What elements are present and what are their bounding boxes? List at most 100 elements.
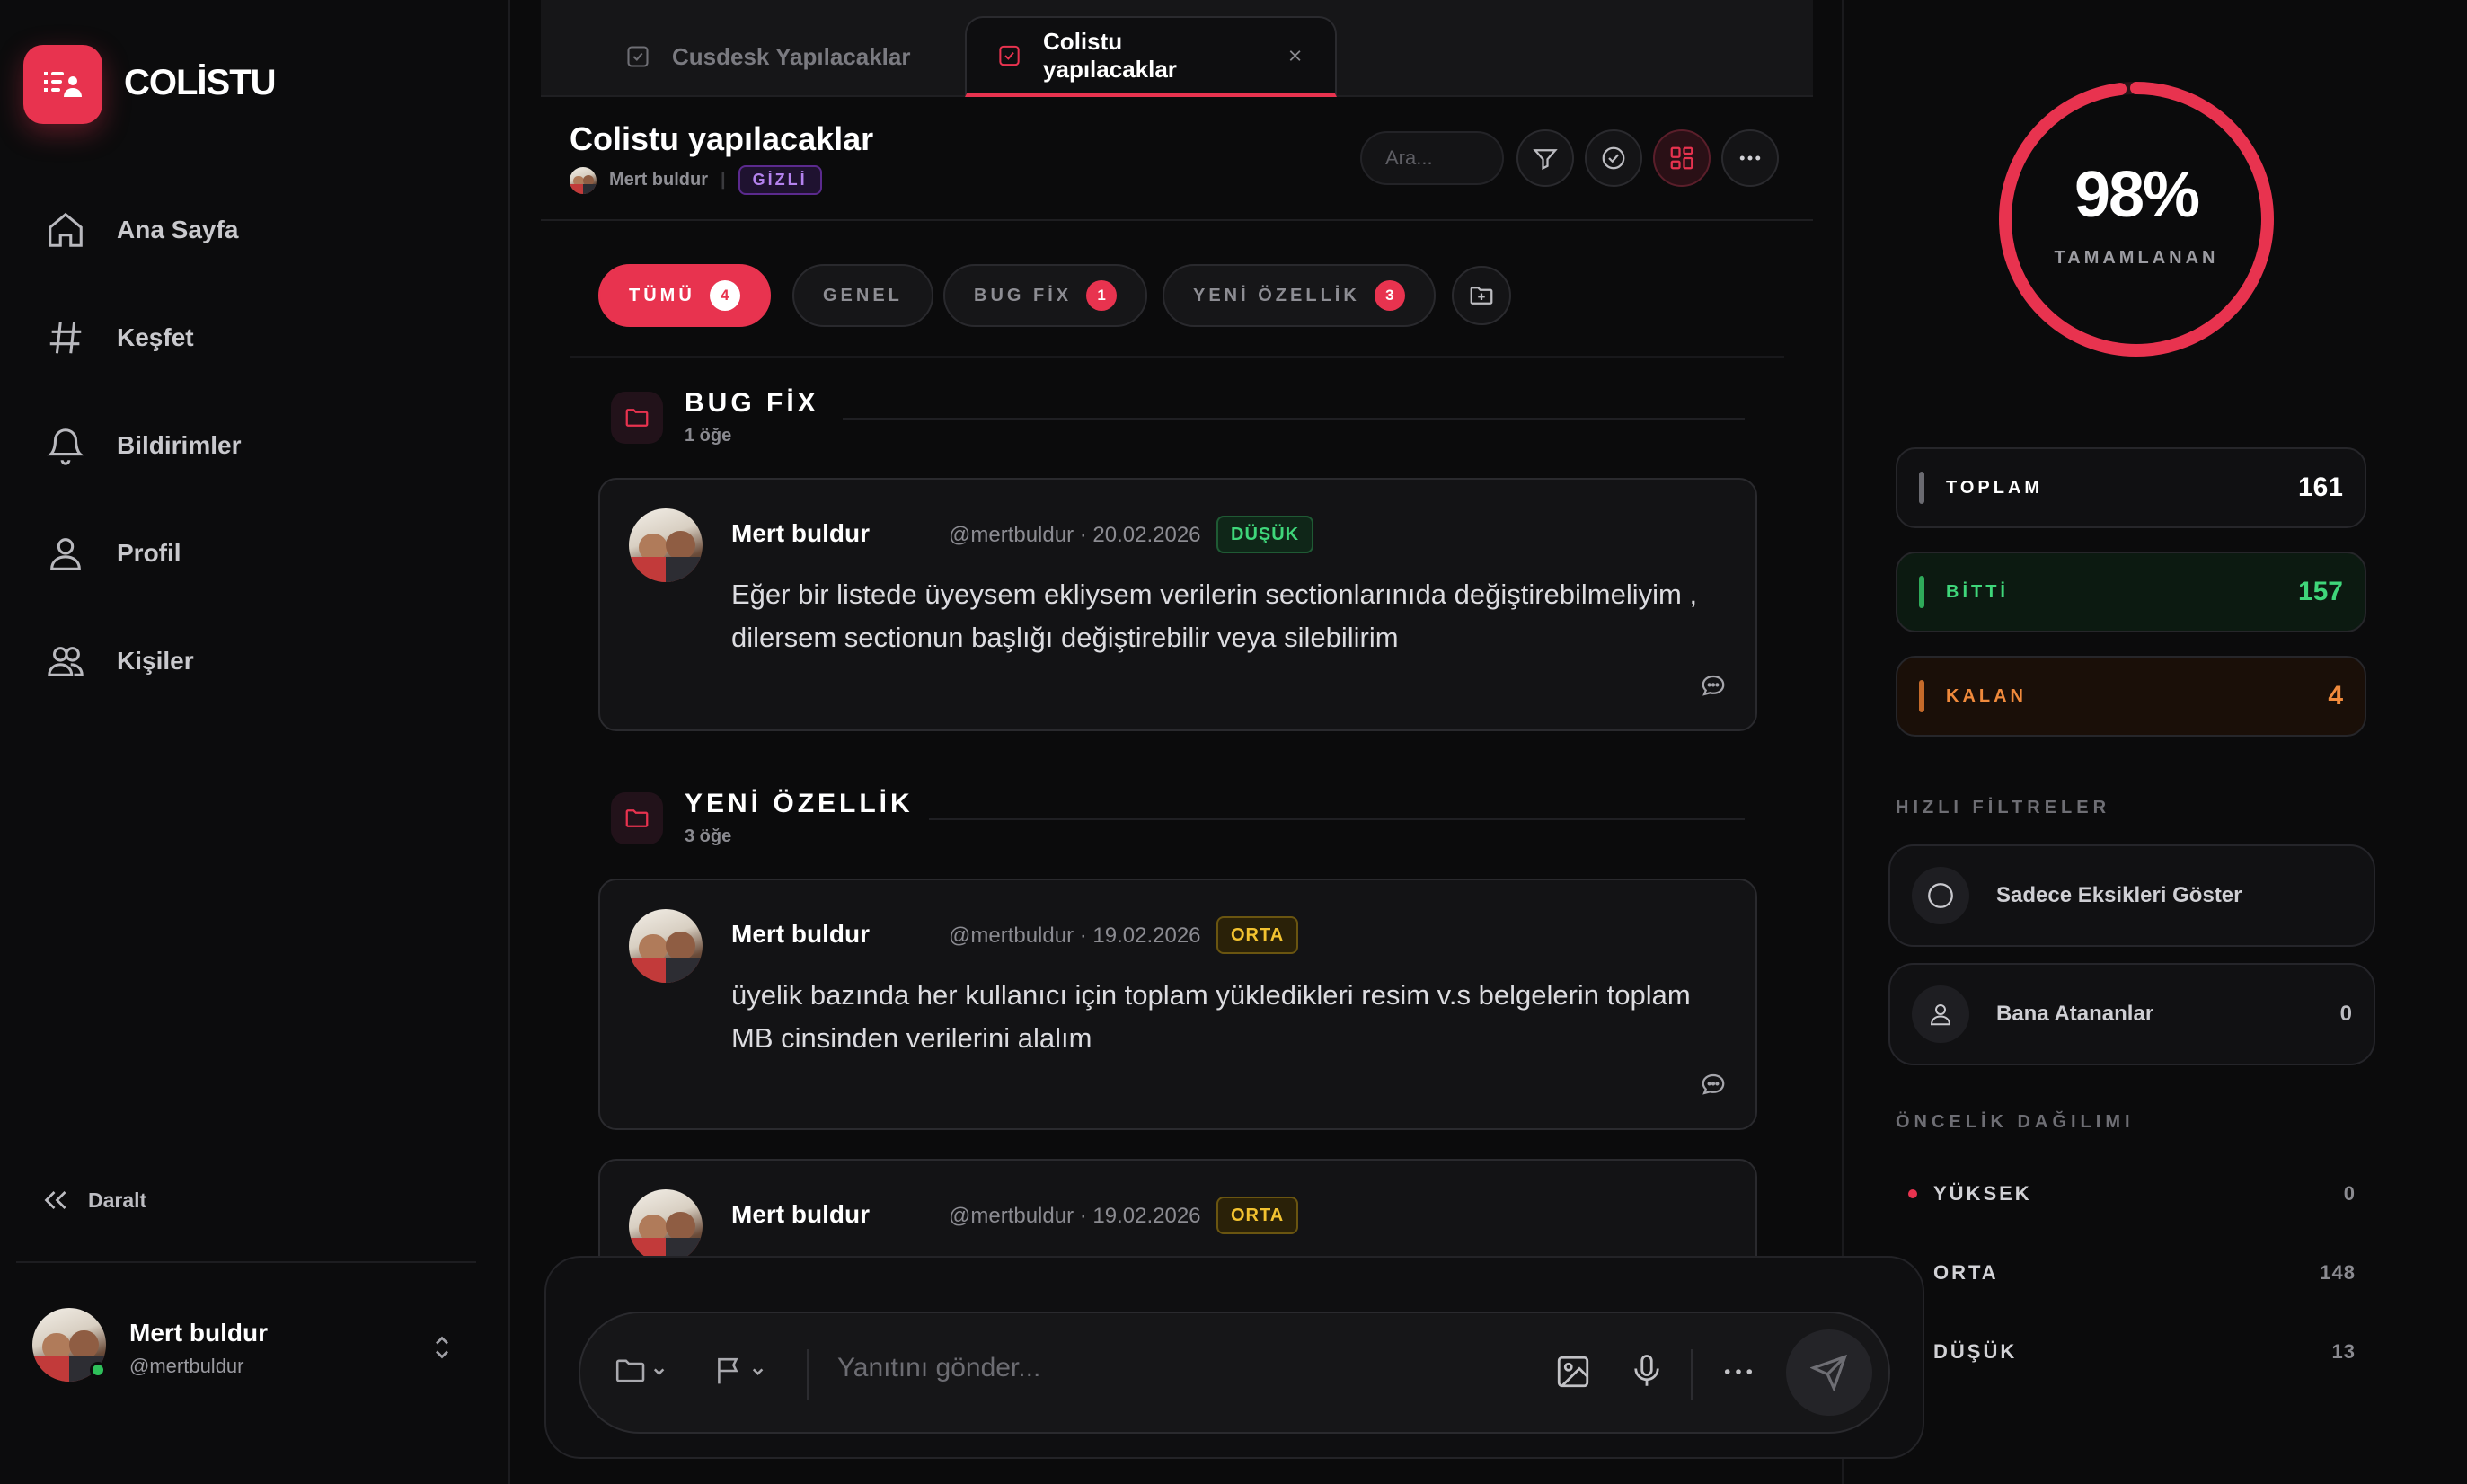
divider bbox=[929, 818, 1745, 820]
comment-icon[interactable] bbox=[1700, 1071, 1727, 1098]
divider bbox=[16, 1261, 476, 1263]
bell-icon bbox=[47, 428, 84, 465]
stat-value: 157 bbox=[2297, 577, 2343, 606]
main-content: Cusdesk Yapılacaklar Colistu yapılacakla… bbox=[541, 0, 1924, 1484]
more-horizontal-icon bbox=[1739, 155, 1761, 161]
online-status-dot bbox=[90, 1362, 106, 1378]
add-section-button[interactable] bbox=[1452, 266, 1511, 325]
folder-icon bbox=[611, 392, 663, 444]
sidebar-item-discover[interactable]: Keşfet bbox=[45, 311, 194, 365]
tab-label: Colistu yapılacaklar bbox=[1043, 28, 1177, 83]
author-meta: @mertbuldur · 19.02.2026 bbox=[949, 1204, 1201, 1228]
send-icon bbox=[1810, 1354, 1848, 1391]
stats-panel: 98% TAMAMLANAN TOPLAM 161 BİTTİ 157 KALA… bbox=[1842, 0, 2467, 1484]
divider bbox=[541, 219, 1813, 221]
author-name: Mert buldur bbox=[731, 920, 870, 948]
author-meta: @mertbuldur · 19.02.2026 bbox=[949, 923, 1201, 948]
sidebar-item-profile[interactable]: Profil bbox=[45, 526, 181, 580]
sidebar: COLİSTU Ana Sayfa Keşfet Bildirimler Pro… bbox=[0, 0, 510, 1484]
more-horizontal-icon bbox=[1724, 1369, 1753, 1374]
reply-input[interactable]: Yanıtını gönder... bbox=[837, 1353, 1040, 1383]
tab-cusdesk[interactable]: Cusdesk Yapılacaklar bbox=[595, 16, 941, 97]
app-logo-icon[interactable] bbox=[23, 45, 102, 124]
stat-label: KALAN bbox=[1946, 685, 2027, 706]
user-menu[interactable]: Mert buldur @mertbuldur bbox=[32, 1308, 464, 1389]
chevrons-up-down-icon[interactable] bbox=[429, 1331, 455, 1364]
sidebar-item-label: Kişiler bbox=[117, 647, 194, 675]
owner-name: Mert buldur bbox=[609, 170, 708, 190]
voice-record-button[interactable] bbox=[1628, 1353, 1666, 1391]
sidebar-item-contacts[interactable]: Kişiler bbox=[45, 634, 194, 688]
completed-toggle-button[interactable] bbox=[1585, 129, 1642, 187]
filter-show-incomplete[interactable]: Sadece Eksikleri Göster bbox=[1888, 844, 2375, 947]
progress-percent: 98% bbox=[2074, 159, 2200, 231]
collapse-label: Daralt bbox=[88, 1188, 147, 1212]
more-button[interactable] bbox=[1721, 129, 1779, 187]
priority-badge: ORTA bbox=[1216, 916, 1299, 954]
user-handle: @mertbuldur bbox=[129, 1355, 244, 1377]
filter-chip-all[interactable]: TÜMÜ 4 bbox=[598, 264, 771, 327]
grid-icon bbox=[1670, 146, 1693, 170]
sidebar-item-notifications[interactable]: Bildirimler bbox=[45, 419, 241, 473]
close-icon[interactable] bbox=[1286, 46, 1304, 66]
chevrons-left-icon bbox=[44, 1191, 66, 1209]
priority-value: 148 bbox=[2320, 1261, 2356, 1284]
filter-label: Bana Atananlar bbox=[1996, 1002, 2154, 1026]
send-button[interactable] bbox=[1786, 1329, 1872, 1416]
filter-chip-general[interactable]: GENEL bbox=[792, 264, 933, 327]
filter-assigned-to-me[interactable]: Bana Atananlar 0 bbox=[1888, 963, 2375, 1065]
stat-bar bbox=[1919, 472, 1924, 504]
hash-icon bbox=[49, 322, 82, 354]
circle-icon bbox=[1912, 867, 1969, 924]
collapse-button[interactable]: Daralt bbox=[40, 1184, 146, 1216]
comment-icon[interactable] bbox=[1700, 672, 1727, 699]
priority-value: 13 bbox=[2331, 1340, 2356, 1363]
search-input[interactable]: Ara... bbox=[1360, 131, 1504, 185]
progress-label: TAMAMLANAN bbox=[2054, 248, 2219, 268]
chip-count-badge: 4 bbox=[709, 280, 740, 311]
home-icon bbox=[49, 212, 83, 247]
todo-card[interactable]: Mert buldur @mertbuldur · 19.02.2026 ORT… bbox=[598, 879, 1757, 1130]
priority-dot bbox=[1908, 1189, 1917, 1198]
app-name: COLİSTU bbox=[124, 63, 277, 102]
separator: | bbox=[721, 170, 726, 190]
chip-label: TÜMÜ bbox=[629, 285, 695, 305]
image-icon bbox=[1557, 1356, 1589, 1388]
avatar bbox=[629, 909, 703, 983]
composer-panel: Yanıtını gönder... bbox=[544, 1256, 1924, 1459]
priority-select[interactable] bbox=[713, 1353, 771, 1389]
priority-row-low: DÜŞÜK 13 bbox=[1908, 1340, 2356, 1364]
section-select[interactable] bbox=[615, 1353, 672, 1389]
priority-value: 0 bbox=[2343, 1182, 2356, 1205]
divider bbox=[570, 356, 1784, 358]
stat-total: TOPLAM 161 bbox=[1896, 447, 2366, 528]
priority-label: YÜKSEK bbox=[1933, 1182, 2032, 1205]
filter-button[interactable] bbox=[1516, 129, 1574, 187]
image-upload-button[interactable] bbox=[1554, 1353, 1592, 1391]
composer-more-button[interactable] bbox=[1720, 1353, 1757, 1391]
priority-label: DÜŞÜK bbox=[1933, 1340, 2018, 1363]
filter-count: 0 bbox=[2339, 1002, 2352, 1026]
priority-row-high: YÜKSEK 0 bbox=[1908, 1182, 2356, 1206]
check-circle-icon bbox=[1602, 146, 1625, 170]
todo-text: Eğer bir listede üyeysem ekliysem verile… bbox=[731, 579, 1698, 653]
section-title: BUG FİX bbox=[685, 388, 819, 418]
sidebar-item-label: Profil bbox=[117, 539, 181, 567]
stat-value: 4 bbox=[2328, 681, 2343, 711]
sidebar-item-home[interactable]: Ana Sayfa bbox=[45, 203, 238, 257]
priority-row-medium: ORTA 148 bbox=[1908, 1261, 2356, 1285]
user-icon bbox=[1912, 985, 1969, 1043]
stat-bar bbox=[1919, 576, 1924, 608]
filter-chip-bugfix[interactable]: BUG FİX 1 bbox=[943, 264, 1148, 327]
todo-card[interactable]: Mert buldur @mertbuldur · 20.02.2026 DÜŞ… bbox=[598, 478, 1757, 731]
filter-chip-new-feature[interactable]: YENİ ÖZELLİK 3 bbox=[1163, 264, 1436, 327]
tab-colistu[interactable]: Colistu yapılacaklar bbox=[965, 16, 1337, 97]
section-title: YENİ ÖZELLİK bbox=[685, 789, 914, 818]
filter-label: Sadece Eksikleri Göster bbox=[1996, 883, 2242, 907]
divider bbox=[807, 1349, 809, 1400]
chip-label: YENİ ÖZELLİK bbox=[1193, 285, 1360, 305]
grid-view-button[interactable] bbox=[1653, 129, 1711, 187]
users-icon bbox=[48, 647, 84, 676]
quick-filters-heading: HIZLI FİLTRELER bbox=[1896, 798, 2111, 817]
avatar bbox=[570, 166, 597, 194]
